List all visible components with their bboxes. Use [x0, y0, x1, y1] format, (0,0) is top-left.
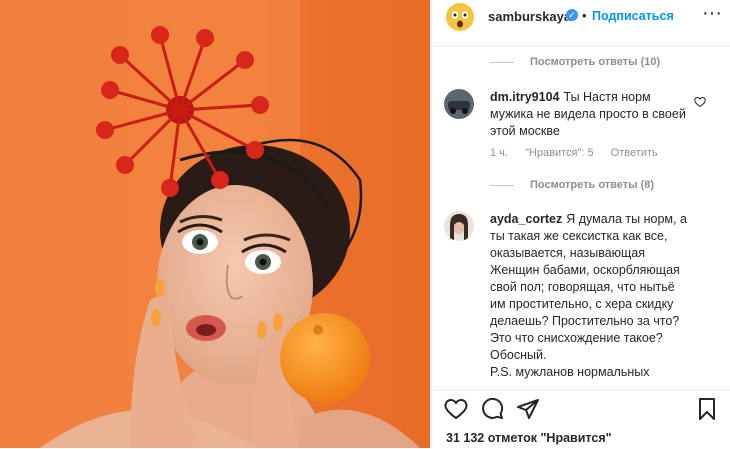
post-actions-bar: 31 132 отметок "Нравится": [432, 390, 730, 449]
more-icon[interactable]: ···: [702, 2, 722, 25]
comment-username[interactable]: ayda_cortez: [490, 212, 562, 226]
comment-icon[interactable]: [480, 397, 504, 426]
divider: [490, 184, 514, 186]
divider: [490, 61, 514, 63]
avatar[interactable]: [446, 3, 474, 31]
avatar[interactable]: [444, 89, 474, 119]
post-image: [0, 0, 430, 448]
verified-icon: ✓: [566, 9, 578, 21]
comment-body-ps: P.S. мужланов нормальных: [490, 365, 650, 379]
post-side-panel: samburskaya ✓ • Подписаться ··· Посмотре…: [431, 0, 730, 449]
comment-username[interactable]: dm.itry9104: [490, 90, 559, 104]
view-replies-button[interactable]: Посмотреть ответы (10): [490, 56, 660, 68]
comment-body: Я думала ты норм, а ты такая же сексистк…: [490, 212, 687, 362]
comment-likes[interactable]: "Нравится": 5: [525, 147, 594, 159]
view-replies-label: Посмотреть ответы (10): [530, 56, 661, 68]
avatar[interactable]: [444, 211, 474, 241]
separator-dot: •: [582, 8, 587, 23]
share-icon[interactable]: [516, 397, 540, 426]
comment-text: dm.itry9104 Ты Настя норм мужика не видел…: [490, 89, 690, 140]
comment-text: ayda_cortez Я думала ты норм, а ты такая …: [490, 211, 688, 381]
view-replies-label: Посмотреть ответы (8): [530, 179, 655, 191]
comment-time: 1 ч.: [490, 147, 508, 159]
view-replies-button[interactable]: Посмотреть ответы (8): [490, 179, 654, 191]
likes-count[interactable]: 31 132 отметок "Нравится": [446, 431, 612, 445]
comment-item: ayda_cortez Я думала ты норм, а ты такая …: [444, 211, 688, 386]
post-photo[interactable]: [0, 0, 430, 448]
post-header: samburskaya ✓ • Подписаться ···: [432, 0, 730, 47]
heart-icon[interactable]: [444, 397, 468, 426]
comment-like-icon[interactable]: [694, 95, 706, 113]
reply-button[interactable]: Ответить: [611, 147, 658, 159]
bookmark-icon[interactable]: [695, 397, 719, 426]
comment-item: dm.itry9104 Ты Настя норм мужика не видел…: [444, 89, 706, 169]
comment-meta: 1 ч. "Нравится": 5 Ответить: [490, 147, 672, 159]
post-author-username[interactable]: samburskaya: [488, 9, 571, 24]
follow-button[interactable]: Подписаться: [592, 9, 674, 23]
